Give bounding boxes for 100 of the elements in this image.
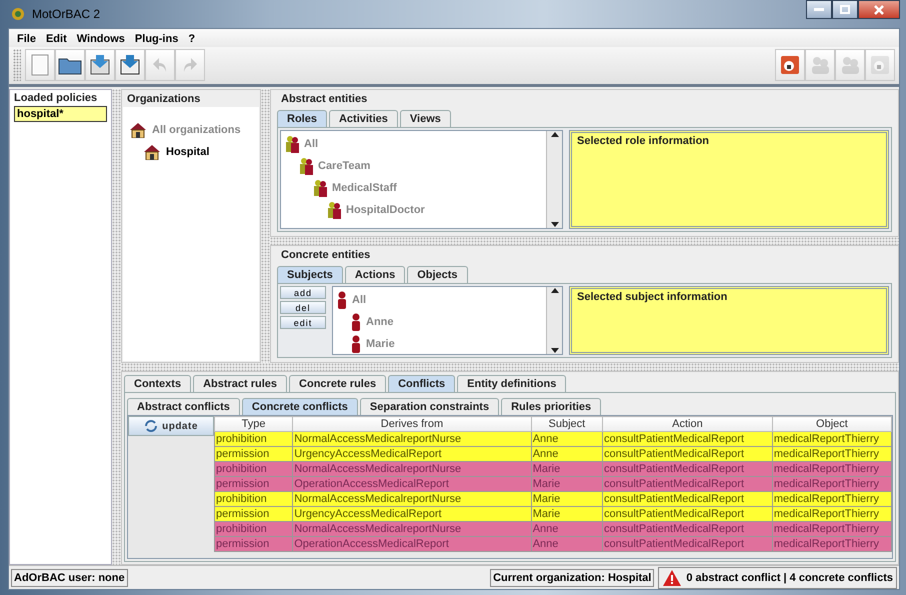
window-title: MotOrBAC 2 — [32, 7, 100, 21]
conflicts-text: 0 abstract conflict | 4 concrete conflicts — [686, 572, 893, 584]
person-icon — [351, 335, 361, 353]
tab[interactable]: Separation constraints — [360, 398, 500, 415]
organization-status: Current organization: Hospital — [490, 568, 654, 586]
people-icon — [285, 135, 299, 153]
menu-item[interactable]: Windows — [72, 33, 129, 45]
table-cell: Anne — [531, 446, 602, 462]
scrollbar[interactable] — [546, 131, 562, 228]
tree-item[interactable]: All — [304, 138, 318, 150]
menu-item[interactable]: ? — [184, 33, 200, 45]
maximize-button[interactable] — [832, 0, 858, 19]
table-cell: prohibition — [214, 462, 293, 476]
tree-item[interactable]: Anne — [366, 316, 394, 328]
tab[interactable]: Concrete rules — [289, 375, 386, 392]
house-icon — [129, 122, 147, 138]
table-cell: medicalReportThierry — [772, 432, 892, 446]
table-cell: medicalReportThierry — [772, 536, 892, 552]
policy-item[interactable]: hospital* — [14, 106, 107, 122]
panel-title: Organizations — [126, 92, 202, 107]
user-status: AdOrBAC user: none — [11, 568, 128, 586]
table-cell: consultPatientMedicalReport — [602, 446, 772, 462]
up-arrow-icon[interactable] — [550, 287, 558, 293]
tab[interactable]: Entity definitions — [457, 375, 566, 392]
table-cell: consultPatientMedicalReport — [602, 476, 772, 492]
tab[interactable]: Views — [400, 110, 451, 127]
toolbar-button[interactable] — [85, 49, 115, 81]
table-cell: permission — [214, 476, 293, 492]
table-cell: consultPatientMedicalReport — [602, 536, 772, 552]
table-cell: Marie — [531, 492, 602, 506]
refresh-icon — [144, 419, 158, 433]
side-button[interactable]: del — [280, 301, 326, 314]
table-cell: UrgencyAccessMedicalReport — [292, 446, 532, 462]
tree-item[interactable]: All organizations — [152, 124, 241, 136]
tab[interactable]: Objects — [407, 266, 468, 283]
table-cell: consultPatientMedicalReport — [602, 522, 772, 536]
minimize-icon — [814, 8, 824, 12]
table-cell: OperationAccessMedicalReport — [292, 536, 532, 552]
panel-title: Abstract entities — [280, 92, 368, 107]
table-cell: permission — [214, 506, 293, 522]
down-arrow-icon[interactable] — [550, 348, 558, 354]
table-cell: NormalAccessMedicalreportNurse — [292, 462, 532, 476]
new-document-icon — [30, 54, 50, 76]
tree-item[interactable]: MedicalStaff — [332, 182, 397, 194]
maximize-icon — [840, 5, 850, 14]
minimize-button[interactable] — [806, 0, 832, 19]
close-button[interactable] — [858, 0, 900, 19]
scrollbar[interactable] — [546, 287, 562, 354]
menu-item[interactable]: Edit — [42, 33, 71, 45]
person-icon — [337, 291, 347, 309]
column-header[interactable]: Derives from — [292, 416, 532, 432]
tree-item[interactable]: HospitalDoctor — [346, 204, 425, 216]
toolbar-grip[interactable] — [13, 49, 21, 81]
table-cell: medicalReportThierry — [772, 446, 892, 462]
toolbar-button[interactable] — [55, 49, 85, 81]
tab[interactable]: Roles — [277, 110, 327, 127]
update-button[interactable]: update — [128, 416, 214, 436]
tab[interactable]: Contexts — [124, 375, 192, 392]
house-icon — [143, 144, 161, 160]
side-button[interactable]: edit — [280, 316, 326, 329]
users-icon — [809, 54, 831, 76]
tab[interactable]: Subjects — [277, 266, 343, 283]
table-cell: NormalAccessMedicalreportNurse — [292, 492, 532, 506]
app-icon — [10, 6, 26, 22]
tab[interactable]: Abstract rules — [193, 375, 288, 392]
tree-item[interactable]: All — [352, 294, 366, 306]
panel-title: Concrete entities — [280, 248, 372, 263]
table-cell: Anne — [531, 432, 602, 446]
table-cell: Anne — [531, 536, 602, 552]
table-cell: Marie — [531, 476, 602, 492]
table-cell: prohibition — [214, 522, 293, 536]
column-header[interactable]: Type — [214, 416, 293, 432]
people-icon — [313, 179, 327, 197]
tree-item[interactable]: Marie — [366, 338, 395, 350]
person-icon — [351, 313, 361, 331]
table-cell: NormalAccessMedicalreportNurse — [292, 432, 532, 446]
column-header[interactable]: Subject — [531, 416, 602, 432]
tab[interactable]: Conflicts — [388, 375, 456, 392]
table-cell: consultPatientMedicalReport — [602, 492, 772, 506]
side-button[interactable]: add — [280, 286, 326, 299]
table-cell: medicalReportThierry — [772, 522, 892, 536]
column-header[interactable]: Object — [772, 416, 892, 432]
tab[interactable]: Concrete conflicts — [242, 398, 358, 415]
tab[interactable]: Activities — [328, 110, 398, 127]
menu-item[interactable]: Plug-ins — [130, 33, 182, 45]
toolbar-button[interactable] — [115, 49, 145, 81]
tab[interactable]: Abstract conflicts — [127, 398, 240, 415]
info-title: Selected role information — [577, 135, 710, 147]
people-icon — [327, 201, 341, 219]
tree-item[interactable]: Hospital — [166, 146, 210, 158]
close-icon — [874, 4, 884, 14]
menu-item[interactable]: File — [13, 33, 40, 45]
tree-item[interactable]: CareTeam — [318, 160, 370, 172]
down-arrow-icon[interactable] — [550, 222, 558, 228]
tab[interactable]: Rules priorities — [501, 398, 602, 415]
table-cell: medicalReportThierry — [772, 492, 892, 506]
column-header[interactable]: Action — [602, 416, 772, 432]
up-arrow-icon[interactable] — [550, 131, 558, 137]
tab[interactable]: Actions — [344, 266, 406, 283]
table-cell: OperationAccessMedicalReport — [292, 476, 532, 492]
